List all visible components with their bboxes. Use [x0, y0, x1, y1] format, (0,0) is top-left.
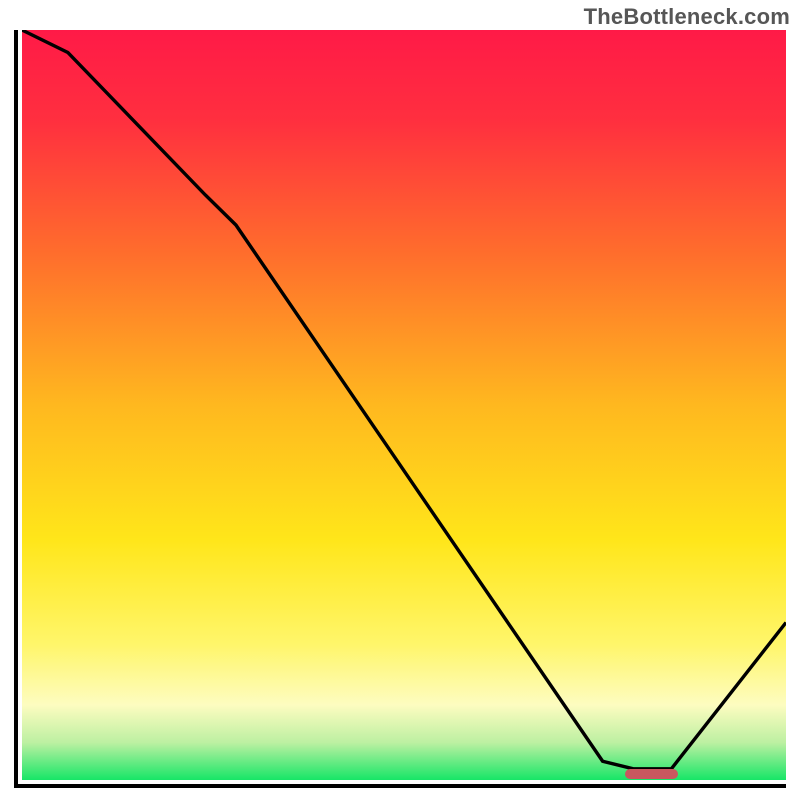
optimal-marker [625, 769, 679, 779]
bottleneck-curve [22, 30, 786, 780]
attribution-text: TheBottleneck.com [584, 4, 790, 30]
plot-area [14, 30, 786, 788]
curve-path [22, 30, 786, 769]
